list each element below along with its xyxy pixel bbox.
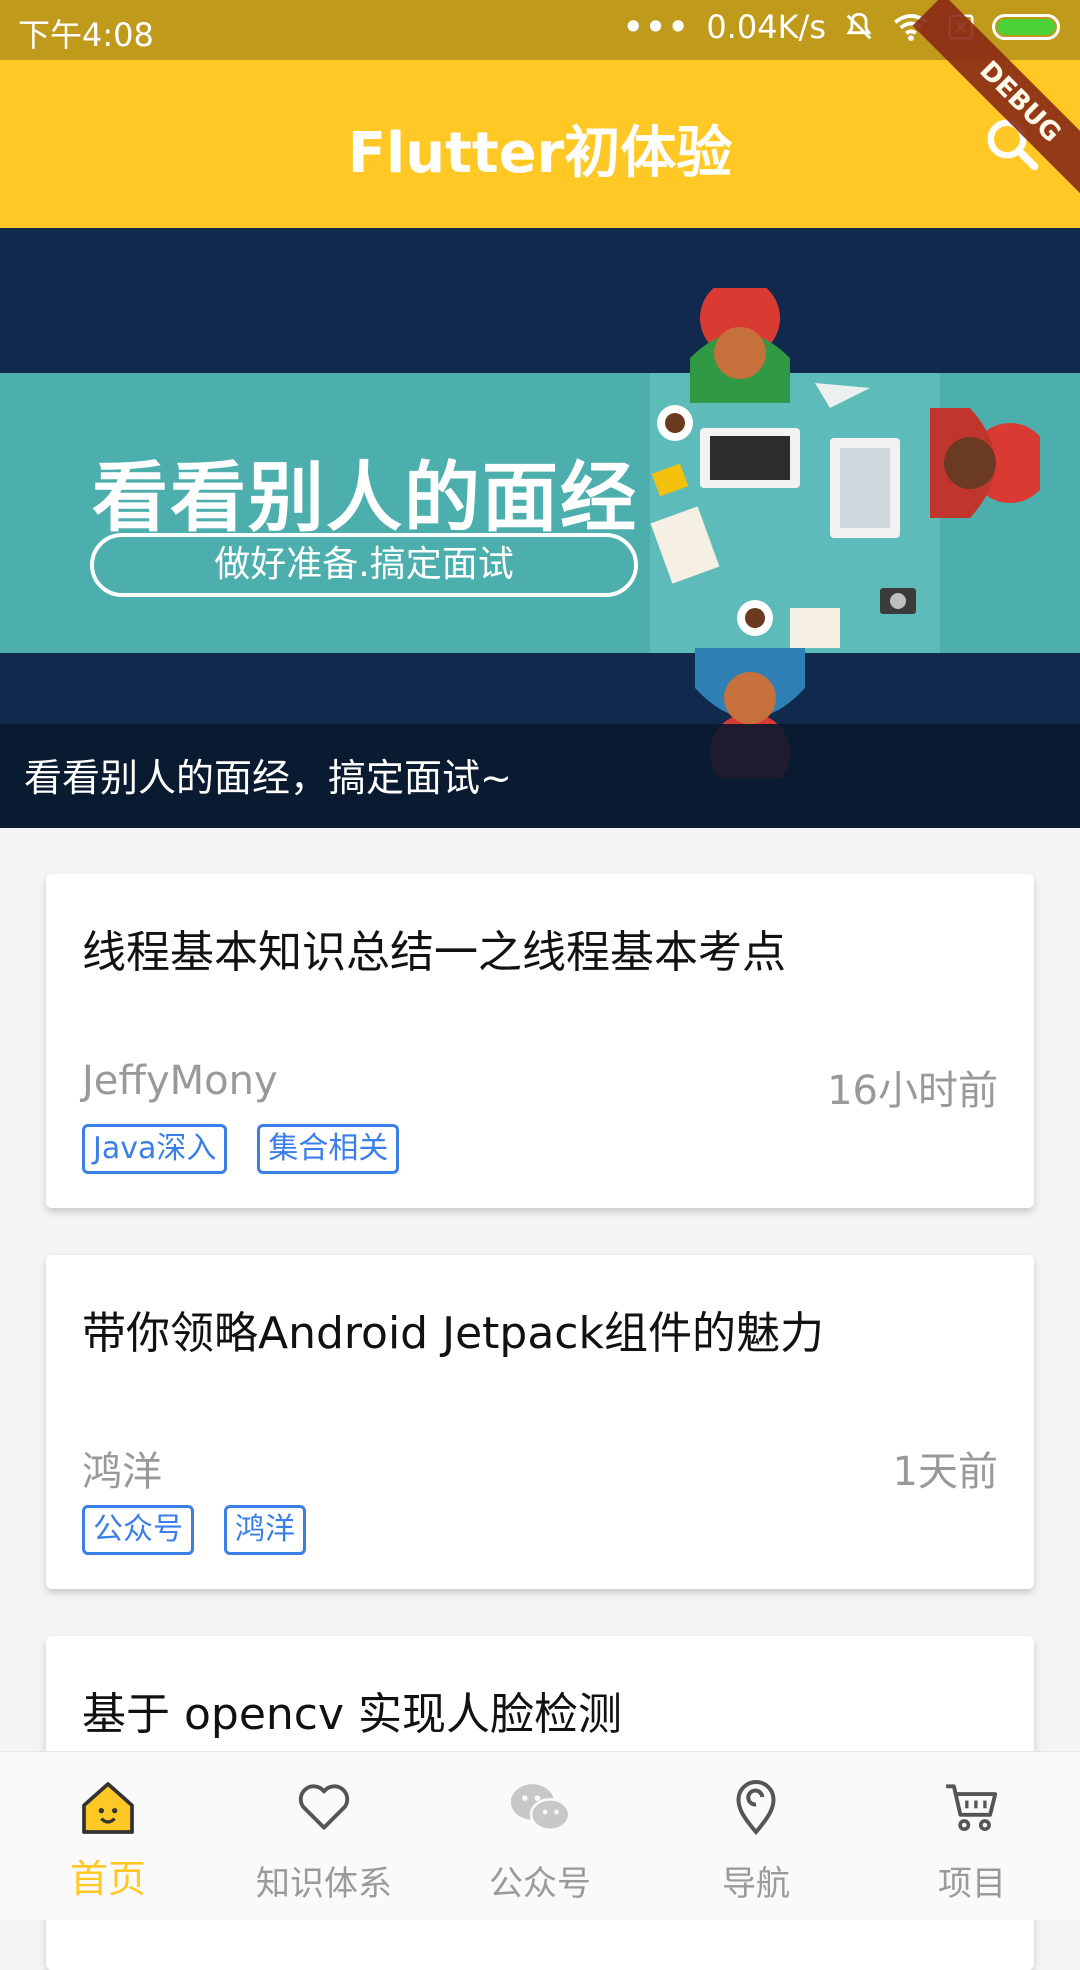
nav-item-projects[interactable]: 项目: [864, 1752, 1080, 1920]
nav-label-navigation: 导航: [722, 1864, 790, 1904]
location-pin-icon: [736, 1780, 776, 1836]
article-title: 线程基本知识总结一之线程基本考点: [82, 927, 786, 978]
nav-label-knowledge: 知识体系: [256, 1864, 392, 1904]
mute-bell-icon: [846, 12, 872, 40]
article-author: JeffyMony: [82, 1058, 278, 1104]
banner-headline: 看看别人的面经: [92, 453, 638, 542]
nav-label-home: 首页: [69, 1857, 146, 1901]
banner-subline: 做好准备.搞定面试: [90, 533, 638, 597]
article-tags: 公众号 鸿洋: [82, 1505, 306, 1555]
nav-item-knowledge[interactable]: 知识体系: [216, 1752, 432, 1920]
app-title: Flutter初体验: [347, 121, 733, 186]
nav-item-navigation[interactable]: 导航: [648, 1752, 864, 1920]
status-time: 下午4:08: [18, 16, 154, 54]
status-icons: ••• 0.04K/s: [623, 8, 1060, 46]
home-icon: [82, 1782, 134, 1834]
battery-icon: [992, 14, 1060, 40]
nav-label-wechat: 公众号: [489, 1864, 591, 1904]
bottom-navigation: 首页 知识体系 公众号 导航 项目: [0, 1751, 1080, 1920]
more-dots-icon: •••: [622, 8, 691, 46]
nav-item-home[interactable]: 首页: [0, 1752, 216, 1920]
banner-carousel[interactable]: 看看别人的面经 做好准备.搞定面试 看看别人的面经，搞定面试~: [0, 228, 1080, 828]
article-tag[interactable]: Java深入: [82, 1124, 228, 1174]
article-card[interactable]: 线程基本知识总结一之线程基本考点 JeffyMony 16小时前 Java深入 …: [46, 874, 1034, 1208]
article-tag[interactable]: 公众号: [82, 1505, 194, 1555]
article-time: 1天前: [892, 1449, 998, 1495]
nav-label-projects: 项目: [938, 1864, 1006, 1904]
banner-caption: 看看别人的面经，搞定面试~: [24, 756, 512, 800]
heart-icon: [298, 1784, 350, 1830]
article-tag[interactable]: 集合相关: [257, 1124, 400, 1174]
wechat-icon: [510, 1784, 571, 1832]
article-tag[interactable]: 鸿洋: [224, 1505, 306, 1555]
cart-icon: [946, 1784, 998, 1832]
nav-item-wechat[interactable]: 公众号: [432, 1752, 648, 1920]
article-author: 鸿洋: [82, 1449, 162, 1495]
article-title: 基于 opencv 实现人脸检测: [82, 1689, 623, 1740]
article-card[interactable]: 带你领略Android Jetpack组件的魅力 鸿洋 1天前 公众号 鸿洋: [46, 1255, 1034, 1589]
article-tags: Java深入 集合相关: [82, 1124, 400, 1174]
desk-illustration: [650, 288, 1040, 778]
network-speed: 0.04K/s: [706, 8, 826, 46]
article-time: 16小时前: [827, 1068, 998, 1114]
article-title: 带你领略Android Jetpack组件的魅力: [82, 1308, 824, 1359]
app-bar: Flutter初体验 DEBUG: [0, 0, 1080, 228]
